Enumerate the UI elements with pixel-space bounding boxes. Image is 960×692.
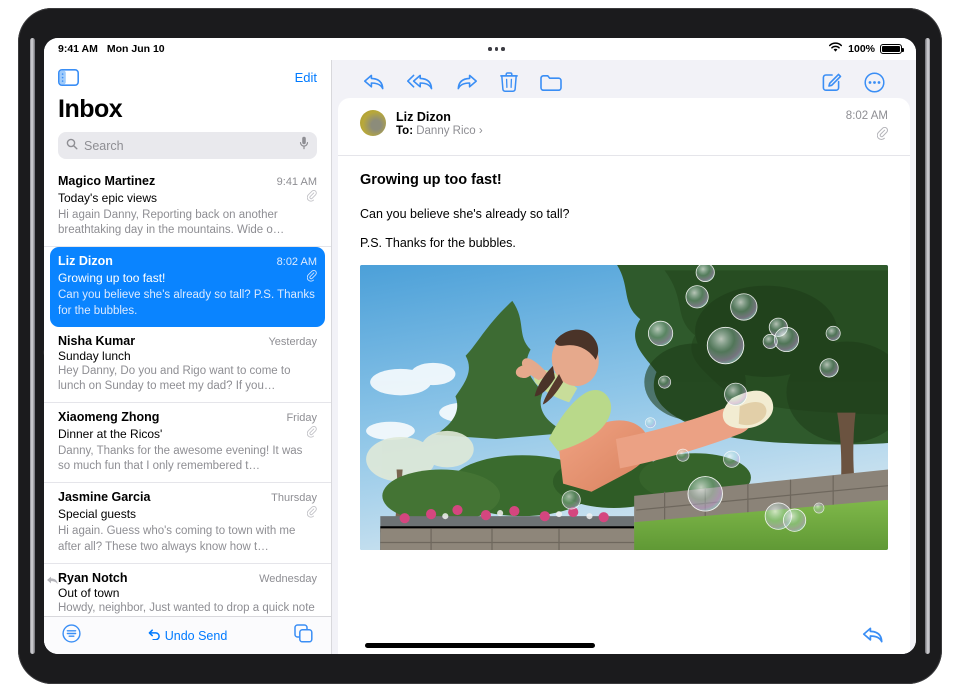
multitasking-dots-icon[interactable] [165,47,829,51]
list-item-sender: Magico Martinez [58,174,156,188]
list-item-sender: Nisha Kumar [58,333,136,348]
message-header: Liz Dizon To: Danny Rico › 8:02 AM [338,98,910,156]
reply-icon[interactable] [352,73,396,91]
list-item-subject: Growing up too fast! [58,271,166,286]
forward-icon[interactable] [445,73,489,91]
message-paragraph: Can you believe she's already so tall? [360,207,570,221]
list-item-time: 8:02 AM [276,256,317,269]
undo-arrow-icon [148,628,161,643]
list-item-time: Thursday [271,492,317,505]
message-reply-bar [338,620,910,654]
replied-icon [46,573,59,591]
paperclip-icon [306,189,317,207]
message-subject: Growing up too fast! [360,172,502,188]
list-item-preview: Can you believe she's already so tall? P… [58,289,315,317]
list-item-time: 9:41 AM [276,176,317,188]
paperclip-icon [306,425,317,443]
list-item-time: Wednesday [259,572,317,585]
message-timestamp: 8:02 AM [845,110,888,122]
trash-icon[interactable] [489,72,529,92]
mail-list-bottom-bar: Undo Send [44,616,331,654]
list-item-time: Friday [286,412,317,425]
undo-send-label: Undo Send [164,628,228,643]
duplicate-icon[interactable] [294,623,313,648]
list-item-preview: Howdy, neighbor, Just wanted to drop a q… [58,601,315,614]
compose-icon[interactable] [811,72,853,92]
list-item-preview: Hey Danny, Do you and Rigo want to come … [58,364,291,392]
list-item[interactable]: Liz Dizon 8:02 AM Growing up too fast! Can … [50,247,325,327]
message-body: Growing up too fast! Can you believe she… [338,156,910,654]
reply-icon[interactable] [862,626,884,649]
bubbles-photo[interactable] [360,265,888,550]
status-date: Mon Jun 10 [106,43,165,55]
ipad-screen: 9:41 AM Mon Jun 10 100% Edit Inbox Searc… [44,38,916,654]
device-left-edge [30,38,35,654]
edit-button[interactable]: Edit [295,70,317,85]
search-placeholder: Search [84,138,124,153]
list-item-subject: Dinner at the Ricos' [58,427,163,442]
page-title: Inbox [58,95,123,123]
recipient-name: Danny Rico [416,125,476,137]
status-bar: 9:41 AM Mon Jun 10 100% [44,38,916,60]
list-item[interactable]: Ryan Notch Wednesday Out of town Howdy, nei… [44,564,331,616]
search-icon [66,137,78,155]
reply-all-icon[interactable] [396,73,445,91]
list-item-sender: Liz Dizon [58,254,113,269]
status-time: 9:41 AM [58,43,98,55]
folder-icon[interactable] [529,73,573,91]
message-recipient[interactable]: To: Danny Rico › [396,125,836,137]
list-item-subject: Today's epic views [58,191,157,205]
list-item[interactable]: Xiaomeng Zhong Friday Dinner at the Ricos'… [44,403,331,484]
list-item-preview: Danny, Thanks for the awesome evening! I… [58,445,303,473]
ipad-device-frame: 9:41 AM Mon Jun 10 100% Edit Inbox Searc… [18,8,942,684]
list-item-preview: Hi again. Guess who's coming to town wit… [58,525,296,553]
home-indicator[interactable] [365,643,595,648]
message-sender: Liz Dizon [396,110,451,124]
list-item[interactable]: Magico Martinez 9:41 AM Today's epic views… [44,167,331,248]
message-paragraph: P.S. Thanks for the bubbles. [360,236,516,250]
mail-list-pane: Edit Inbox Search Magico Martinez 9:41 A… [44,60,332,654]
more-options-icon[interactable] [853,71,896,93]
list-item[interactable]: Nisha Kumar Yesterday Sunday lunch Hey Dann… [44,327,331,404]
device-right-edge [925,38,930,654]
list-item-subject: Out of town [58,585,120,600]
search-input[interactable]: Search [58,132,317,159]
mail-list-topbar: Edit [44,60,331,94]
microphone-icon[interactable] [299,136,309,155]
battery-percent-label: 100% [848,43,875,55]
list-item[interactable]: Jasmine Garcia Thursday Special guests Hi a… [44,483,331,564]
message-list[interactable]: Magico Martinez 9:41 AM Today's epic views… [44,167,331,616]
list-item-preview: Hi again Danny, Reporting back on anothe… [58,209,285,237]
list-item-subject: Special guests [58,507,137,522]
wifi-icon [828,42,843,56]
message-pane: Liz Dizon To: Danny Rico › 8:02 AM Growi… [332,60,916,654]
list-item-sender: Xiaomeng Zhong [58,410,160,425]
filter-icon[interactable] [62,623,81,648]
message-card: Liz Dizon To: Danny Rico › 8:02 AM Growi… [338,98,910,654]
list-item-subject: Sunday lunch [58,348,131,363]
chevron-right-icon: › [478,125,483,137]
paperclip-icon [306,505,317,523]
list-item-sender: Jasmine Garcia [58,490,151,505]
to-label: To: [396,125,414,137]
split-view: Edit Inbox Search Magico Martinez 9:41 A… [44,60,916,654]
sidebar-toggle-icon[interactable] [58,68,79,86]
avatar [360,110,386,136]
list-item-sender: Ryan Notch [58,570,128,585]
battery-icon [880,43,904,55]
paperclip-icon [876,126,888,145]
paperclip-icon [306,269,317,287]
list-item-time: Yesterday [268,335,317,348]
undo-send-button[interactable]: Undo Send [148,628,228,643]
message-toolbar [338,66,910,98]
